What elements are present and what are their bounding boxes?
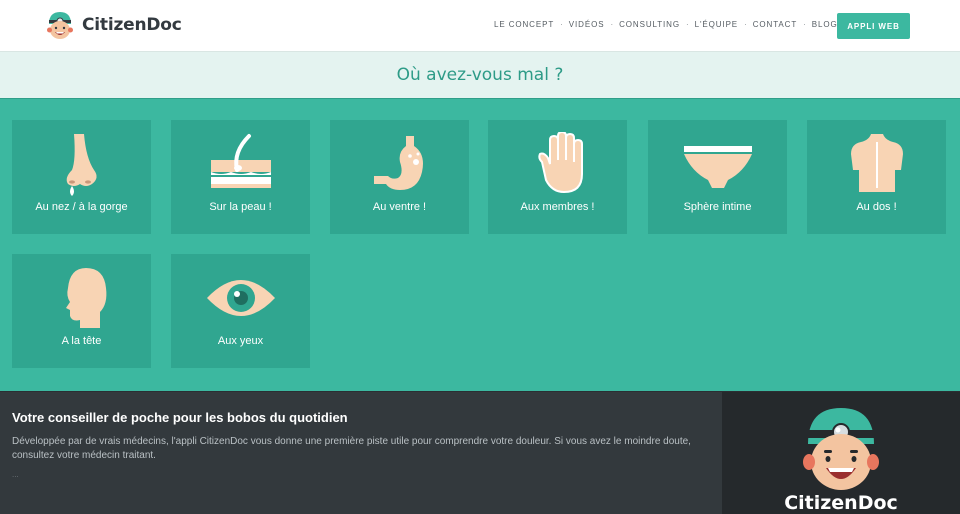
tile-limbs[interactable]: Aux membres ! — [488, 120, 627, 234]
nav-separator: · — [803, 20, 806, 29]
skin-hair-icon — [210, 134, 271, 188]
footer-dots: ... — [12, 470, 19, 479]
doctor-face-icon — [47, 12, 73, 39]
tile-eyes[interactable]: Aux yeux — [171, 254, 310, 368]
footer-brand-name: CitizenDoc — [784, 492, 898, 514]
tile-head[interactable]: A la tête — [12, 254, 151, 368]
tile-label: Au dos ! — [856, 201, 897, 213]
tile-skin[interactable]: Sur la peau ! — [171, 120, 310, 234]
hand-icon — [537, 132, 583, 194]
head-icon — [65, 268, 106, 328]
nav-item-consulting[interactable]: CONSULTING — [619, 20, 680, 29]
footer-text: Développée par de vrais médecins, l'appl… — [12, 436, 691, 461]
nav-separator: · — [685, 20, 689, 29]
header: CitizenDoc LE CONCEPT · VIDÉOS · CONSULT… — [0, 0, 960, 52]
tile-back[interactable]: Au dos ! — [807, 120, 946, 234]
web-app-button[interactable]: APPLI WEB — [837, 13, 910, 39]
footer-title: Votre conseiller de poche pour les bobos… — [12, 410, 348, 425]
tile-intimate[interactable]: Sphère intime — [648, 120, 787, 234]
tile-label: Sphère intime — [683, 201, 752, 213]
question-band: Où avez-vous mal ? — [0, 52, 960, 99]
nav-item-videos[interactable]: VIDÉOS — [569, 20, 605, 29]
nav-item-contact[interactable]: CONTACT — [753, 20, 797, 29]
stomach-icon — [373, 136, 423, 190]
logo[interactable]: CitizenDoc — [46, 10, 182, 40]
nav-separator: · — [610, 20, 614, 29]
nav-item-equipe[interactable]: L'ÉQUIPE — [695, 20, 738, 29]
doctor-face-icon — [803, 408, 879, 490]
tile-label: Au nez / à la gorge — [35, 201, 128, 213]
footer-brand-panel: CitizenDoc — [722, 392, 960, 514]
footer: Votre conseiller de poche pour les bobos… — [0, 391, 960, 514]
tile-label: A la tête — [61, 335, 102, 347]
nose-icon — [66, 134, 97, 196]
page-question: Où avez-vous mal ? — [396, 65, 564, 85]
nav-item-blog[interactable]: BLOG — [812, 20, 838, 29]
tile-label: Sur la peau ! — [209, 201, 272, 213]
eye-icon — [206, 280, 275, 316]
tile-label: Au ventre ! — [372, 201, 427, 213]
nav-item-concept[interactable]: LE CONCEPT — [494, 20, 554, 29]
underwear-icon — [683, 146, 752, 188]
nav-separator: · — [560, 20, 563, 29]
nav-separator: · — [744, 20, 747, 29]
tile-nose-throat[interactable]: Au nez / à la gorge — [12, 120, 151, 234]
tile-label: Aux membres ! — [520, 201, 595, 213]
brand-name: CitizenDoc — [82, 15, 182, 35]
tile-label: Aux yeux — [217, 335, 264, 347]
back-icon — [850, 134, 903, 192]
main-nav: LE CONCEPT · VIDÉOS · CONSULTING · L'ÉQU… — [494, 20, 838, 29]
tile-stomach[interactable]: Au ventre ! — [330, 120, 469, 234]
